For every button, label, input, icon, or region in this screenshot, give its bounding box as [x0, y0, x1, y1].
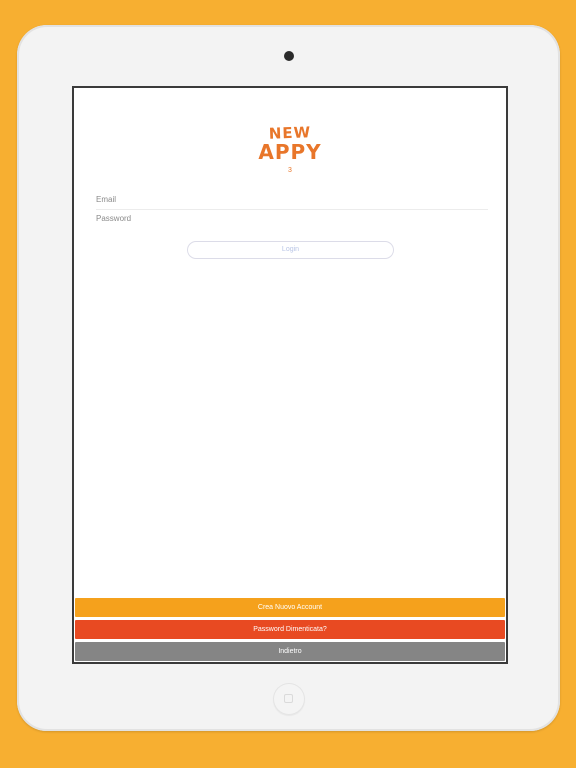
back-button[interactable]: Indietro [75, 642, 505, 661]
forgot-password-button[interactable]: Password Dimenticata? [75, 620, 505, 639]
camera-icon [284, 51, 294, 61]
password-input[interactable] [96, 214, 488, 223]
create-account-button[interactable]: Crea Nuovo Account [75, 598, 505, 617]
app-logo: NEW APPY [74, 123, 506, 162]
password-field[interactable] [96, 212, 488, 229]
email-input[interactable] [96, 195, 488, 204]
home-square-icon [284, 694, 293, 703]
home-button[interactable] [273, 683, 305, 715]
login-button[interactable]: Login [187, 241, 394, 259]
email-field[interactable] [96, 193, 488, 210]
version-label: 3 [288, 167, 292, 174]
app-screen: NEW APPY 3 Login Crea Nuovo Account Pass… [72, 86, 508, 664]
